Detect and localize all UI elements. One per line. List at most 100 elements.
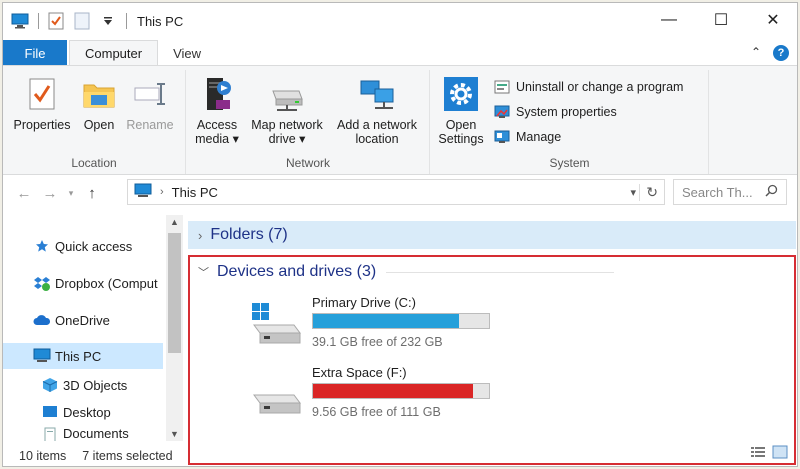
address-bar[interactable]: › This PC ▾ ↻ xyxy=(127,179,665,205)
nav-item-3d-objects[interactable]: 3D Objects xyxy=(3,372,163,398)
maximize-button[interactable]: ☐ xyxy=(695,3,747,37)
close-button[interactable]: ✕ xyxy=(747,3,797,37)
open-button[interactable]: Open xyxy=(79,76,119,132)
drive-free-space: 9.56 GB free of 111 GB xyxy=(312,405,441,419)
drive-usage-fill xyxy=(313,314,460,328)
help-icon[interactable]: ? xyxy=(773,45,789,61)
minimize-button[interactable]: — xyxy=(643,3,695,37)
recent-locations-chevron-icon[interactable]: ▾ xyxy=(63,188,79,199)
cube-icon xyxy=(41,376,59,394)
up-arrow-icon[interactable]: ↑ xyxy=(79,185,105,202)
nav-item-desktop[interactable]: Desktop xyxy=(3,399,163,425)
rename-icon xyxy=(132,76,168,112)
tab-file[interactable]: File xyxy=(3,40,67,66)
nav-label: Documents xyxy=(63,426,129,441)
access-media-line1: Access xyxy=(196,118,238,132)
devices-group-header[interactable]: ﹀ Devices and drives (3) xyxy=(198,263,615,281)
large-icons-view-icon[interactable] xyxy=(772,445,788,459)
ribbon-tabs: File Computer View ⌃ ? xyxy=(3,40,797,66)
add-network-location-button[interactable]: Add a network location xyxy=(329,76,425,146)
tab-view[interactable]: View xyxy=(158,40,216,66)
add-network-location-line2: location xyxy=(355,132,399,146)
scroll-up-arrow-icon[interactable]: ▲ xyxy=(166,217,183,227)
add-network-location-line1: Add a network xyxy=(337,118,417,132)
properties-button[interactable]: Properties xyxy=(11,76,73,132)
back-arrow-icon[interactable]: ← xyxy=(11,185,37,202)
properties-checkmark-icon[interactable] xyxy=(45,10,67,32)
chevron-right-icon: › xyxy=(198,227,203,243)
view-toggle xyxy=(750,445,788,459)
item-count: 10 items xyxy=(19,449,67,463)
rename-button[interactable]: Rename xyxy=(123,76,177,132)
drive-name: Extra Space (F:) xyxy=(312,365,407,380)
map-network-drive-line2: drive ▾ xyxy=(268,132,306,146)
toolbar-divider xyxy=(38,13,39,29)
tab-computer[interactable]: Computer xyxy=(69,40,159,66)
navigation-bar: ← → ▾ ↑ › This PC ▾ ↻ Search Th... xyxy=(3,179,797,207)
nav-item-quick-access[interactable]: Quick access xyxy=(3,233,163,259)
properties-label: Properties xyxy=(13,118,71,132)
manage-button[interactable]: Manage xyxy=(493,124,683,149)
refresh-icon[interactable]: ↻ xyxy=(639,183,658,201)
address-history-chevron-icon[interactable]: ▾ xyxy=(630,186,636,199)
group-header-divider xyxy=(386,271,615,273)
nav-item-dropbox[interactable]: Dropbox (Comput xyxy=(3,270,163,296)
system-properties-label: System properties xyxy=(516,104,617,119)
folders-group-header[interactable]: › Folders (7) xyxy=(188,221,796,249)
forward-arrow-icon[interactable]: → xyxy=(37,185,63,202)
access-media-line2: media ▾ xyxy=(195,132,239,146)
search-placeholder: Search Th... xyxy=(682,184,753,200)
this-pc-icon xyxy=(134,183,152,202)
map-network-drive-button[interactable]: Map network drive ▾ xyxy=(245,76,329,146)
customize-toolbar-chevron-icon[interactable] xyxy=(97,10,119,32)
drive-name: Primary Drive (C:) xyxy=(312,295,416,310)
network-group: Access media ▾ Map network drive ▾ Add a… xyxy=(187,70,430,174)
windows-hard-drive-icon xyxy=(250,303,302,349)
explorer-window: This PC — ☐ ✕ File Computer View ⌃ ? Pro… xyxy=(2,2,798,467)
selected-count: 7 items selected xyxy=(82,449,173,463)
folders-group-title: Folders (7) xyxy=(210,226,288,243)
system-properties-button[interactable]: System properties xyxy=(493,99,683,124)
nav-scrollbar[interactable]: ▲ ▼ xyxy=(166,215,183,441)
nav-label: This PC xyxy=(55,348,102,364)
nav-label: OneDrive xyxy=(55,312,110,328)
search-input[interactable]: Search Th... xyxy=(673,179,787,205)
folder-icon xyxy=(81,76,117,112)
access-media-button[interactable]: Access media ▾ xyxy=(191,76,243,146)
open-label: Open xyxy=(83,118,115,132)
drive-tile-c[interactable]: Primary Drive (C:) 39.1 GB free of 232 G… xyxy=(250,295,550,355)
scroll-down-arrow-icon[interactable]: ▼ xyxy=(166,429,183,439)
window-controls: — ☐ ✕ xyxy=(643,3,797,37)
nav-item-documents[interactable]: Documents xyxy=(3,426,163,441)
manage-label: Manage xyxy=(516,129,562,144)
system-group-label: System xyxy=(549,156,590,170)
uninstall-program-button[interactable]: Uninstall or change a program xyxy=(493,74,683,99)
nav-item-this-pc[interactable]: This PC xyxy=(3,343,163,369)
new-folder-icon[interactable] xyxy=(71,10,93,32)
drive-usage-bar xyxy=(312,383,490,399)
nav-label: Desktop xyxy=(63,404,111,420)
system-properties-icon xyxy=(493,103,511,121)
map-network-drive-line1: Map network xyxy=(251,118,323,132)
ribbon: Properties Open Rename Location Access m… xyxy=(3,65,797,175)
system-commands: Uninstall or change a program System pro… xyxy=(493,74,683,149)
scrollbar-thumb[interactable] xyxy=(168,233,181,353)
open-settings-button[interactable]: Open Settings xyxy=(433,76,489,146)
toolbar-divider xyxy=(126,13,127,29)
drive-tile-f[interactable]: Extra Space (F:) 9.56 GB free of 111 GB xyxy=(250,365,550,425)
documents-icon xyxy=(41,426,59,441)
nav-item-onedrive[interactable]: OneDrive xyxy=(3,307,163,333)
breadcrumb-this-pc[interactable]: This PC xyxy=(172,185,218,200)
drive-usage-bar xyxy=(312,313,490,329)
expand-ribbon-chevron-icon[interactable]: ⌃ xyxy=(751,45,761,61)
search-icon xyxy=(765,184,778,200)
rename-label: Rename xyxy=(126,118,174,132)
uninstall-icon xyxy=(493,78,511,96)
network-location-icon xyxy=(359,76,395,112)
nav-label: Dropbox (Comput xyxy=(55,275,158,291)
computer-icon xyxy=(33,347,51,365)
breadcrumb-separator-icon[interactable]: › xyxy=(160,186,164,198)
details-view-icon[interactable] xyxy=(750,445,766,459)
location-group-label: Location xyxy=(71,156,117,170)
quick-access-toolbar: This PC xyxy=(3,3,183,39)
